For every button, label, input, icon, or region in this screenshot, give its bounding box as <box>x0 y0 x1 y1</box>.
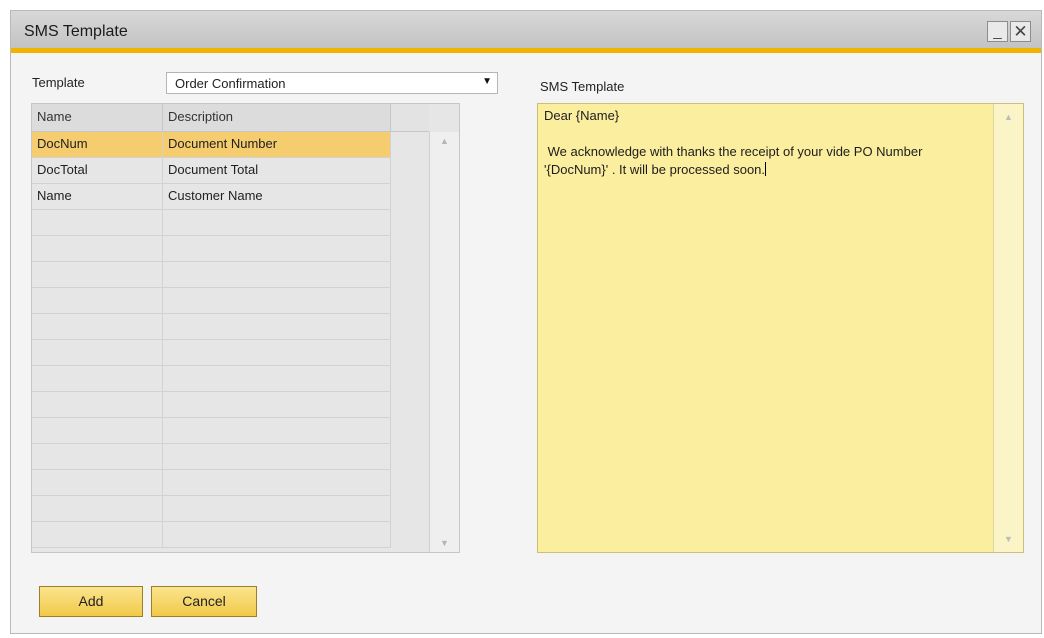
cell-description[interactable] <box>163 340 391 365</box>
cell-description[interactable] <box>163 262 391 287</box>
cell-description[interactable] <box>163 444 391 469</box>
cell-description[interactable] <box>163 366 391 391</box>
column-header-description[interactable]: Description <box>163 104 391 132</box>
cell-name[interactable]: Name <box>32 184 163 209</box>
cell-description[interactable] <box>163 236 391 261</box>
template-label: Template <box>32 75 85 90</box>
table-row[interactable] <box>32 288 391 314</box>
cell-description[interactable] <box>163 470 391 495</box>
cell-description[interactable] <box>163 288 391 313</box>
cell-name[interactable] <box>32 444 163 469</box>
cell-description[interactable] <box>163 418 391 443</box>
cell-description[interactable]: Customer Name <box>163 184 391 209</box>
cell-description[interactable]: Document Number <box>163 132 391 157</box>
cell-name[interactable] <box>32 262 163 287</box>
cell-description[interactable] <box>163 392 391 417</box>
cell-name[interactable] <box>32 418 163 443</box>
close-button[interactable]: ✕ <box>1010 21 1031 42</box>
cell-name[interactable] <box>32 210 163 235</box>
column-header-spacer <box>391 104 429 132</box>
table-row[interactable] <box>32 418 391 444</box>
table-row[interactable] <box>32 340 391 366</box>
table-row[interactable]: DocNum Document Number <box>32 132 391 158</box>
cell-name[interactable] <box>32 288 163 313</box>
scroll-up-icon[interactable]: ▲ <box>994 112 1023 122</box>
table-row[interactable] <box>32 210 391 236</box>
cell-name[interactable] <box>32 340 163 365</box>
table-row[interactable] <box>32 392 391 418</box>
table-row[interactable]: DocTotal Document Total <box>32 158 391 184</box>
cell-name[interactable]: DocTotal <box>32 158 163 183</box>
cell-name[interactable] <box>32 236 163 261</box>
cell-description[interactable] <box>163 496 391 521</box>
template-dropdown-value: Order Confirmation <box>175 76 286 91</box>
template-dropdown[interactable]: Order Confirmation ▼ <box>166 72 498 94</box>
window-title: SMS Template <box>24 23 128 40</box>
table-row[interactable] <box>32 262 391 288</box>
table-row[interactable] <box>32 314 391 340</box>
cell-description[interactable] <box>163 210 391 235</box>
cell-name[interactable] <box>32 496 163 521</box>
scroll-down-icon[interactable]: ▼ <box>994 534 1023 544</box>
table-row[interactable]: Name Customer Name <box>32 184 391 210</box>
sms-template-textarea[interactable]: Dear {Name} We acknowledge with thanks t… <box>537 103 1024 553</box>
cell-description[interactable] <box>163 522 391 547</box>
cell-description[interactable]: Document Total <box>163 158 391 183</box>
text-caret <box>765 162 767 176</box>
sms-template-window: SMS Template _ ✕ Template Order Confirma… <box>10 10 1042 634</box>
grid-scrollbar[interactable]: ▲ ▼ <box>429 132 459 552</box>
editor-scrollbar[interactable]: ▲ ▼ <box>993 104 1023 552</box>
cell-name[interactable]: DocNum <box>32 132 163 157</box>
cell-description[interactable] <box>163 314 391 339</box>
table-row[interactable] <box>32 522 391 548</box>
title-bar[interactable]: SMS Template _ ✕ <box>11 11 1041 53</box>
table-row[interactable] <box>32 496 391 522</box>
cell-name[interactable] <box>32 392 163 417</box>
cancel-button[interactable]: Cancel <box>151 586 257 617</box>
placeholder-grid: Name Description DocNum Document Number Do… <box>31 103 460 553</box>
sms-template-text[interactable]: Dear {Name} We acknowledge with thanks t… <box>544 107 984 179</box>
sms-template-label: SMS Template <box>540 79 625 94</box>
table-row[interactable] <box>32 470 391 496</box>
cell-name[interactable] <box>32 522 163 547</box>
scroll-up-icon[interactable]: ▲ <box>430 136 459 146</box>
table-row[interactable] <box>32 444 391 470</box>
grid-rows: DocNum Document Number DocTotal Document To… <box>32 132 391 548</box>
minimize-button[interactable]: _ <box>987 21 1008 42</box>
table-row[interactable] <box>32 366 391 392</box>
dropdown-arrow-icon[interactable]: ▼ <box>482 76 492 87</box>
cell-name[interactable] <box>32 470 163 495</box>
column-header-name[interactable]: Name <box>32 104 163 132</box>
scroll-down-icon[interactable]: ▼ <box>430 538 459 548</box>
cell-name[interactable] <box>32 314 163 339</box>
cell-name[interactable] <box>32 366 163 391</box>
table-row[interactable] <box>32 236 391 262</box>
add-button[interactable]: Add <box>39 586 143 617</box>
